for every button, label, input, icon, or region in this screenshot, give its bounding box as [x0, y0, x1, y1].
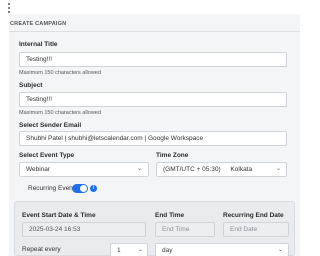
subject-label: Subject [19, 82, 43, 89]
start-date-label: Event Start Date & Time [22, 212, 96, 219]
repeat-unit-value: day [162, 247, 173, 254]
section-title: CREATE CAMPAIGN [10, 21, 67, 27]
time-zone-select[interactable]: (GMT/UTC + 05:30) Kolkata [156, 162, 287, 177]
repeat-unit-select[interactable]: day [155, 243, 289, 256]
subject-input[interactable]: Testing!!! [19, 92, 287, 107]
recurring-event-label: Recurring Event [28, 185, 75, 192]
recurring-end-date-label: Recurring End Date [223, 212, 284, 219]
repeat-count-chevron-down-icon[interactable]: ⌄ [138, 247, 144, 253]
info-icon[interactable]: i [90, 185, 97, 192]
time-zone-label: Time Zone [156, 152, 189, 159]
event-type-value: Webinar [26, 166, 51, 173]
end-time-input[interactable]: End Time [155, 222, 215, 237]
internal-title-hint: Maximum 150 characters allowed [19, 70, 101, 76]
time-zone-city: Kolkata [230, 166, 253, 173]
more-options-icon[interactable] [4, 2, 14, 14]
internal-title-input[interactable]: Testing!!! [19, 52, 287, 67]
start-date-input[interactable]: 2025-03-24 16:53 [22, 222, 146, 237]
toggle-knob [80, 185, 87, 192]
time-zone-offset: (GMT/UTC + 05:30) [163, 166, 221, 173]
event-type-chevron-down-icon[interactable]: ⌄ [137, 166, 143, 172]
recurring-event-toggle[interactable] [72, 184, 88, 193]
repeat-unit-chevron-down-icon[interactable]: ⌄ [278, 247, 284, 253]
event-type-select[interactable]: Webinar [19, 162, 149, 177]
end-time-label: End Time [155, 212, 185, 219]
sender-email-select[interactable]: Shubhi Patel | shubhi@letscalendar.com |… [19, 131, 287, 146]
subject-hint: Maximum 150 characters allowed [19, 110, 101, 116]
internal-title-label: Internal Title [19, 41, 58, 48]
sender-email-label: Select Sender Email [19, 122, 82, 129]
event-type-label: Select Event Type [19, 152, 75, 159]
repeat-count-value: 1 [117, 247, 121, 254]
section-divider [9, 31, 300, 32]
repeat-every-label: Repeat every [22, 246, 61, 253]
recurring-end-date-input[interactable]: End Date [223, 222, 289, 237]
time-zone-chevron-down-icon[interactable]: ⌄ [276, 166, 282, 172]
